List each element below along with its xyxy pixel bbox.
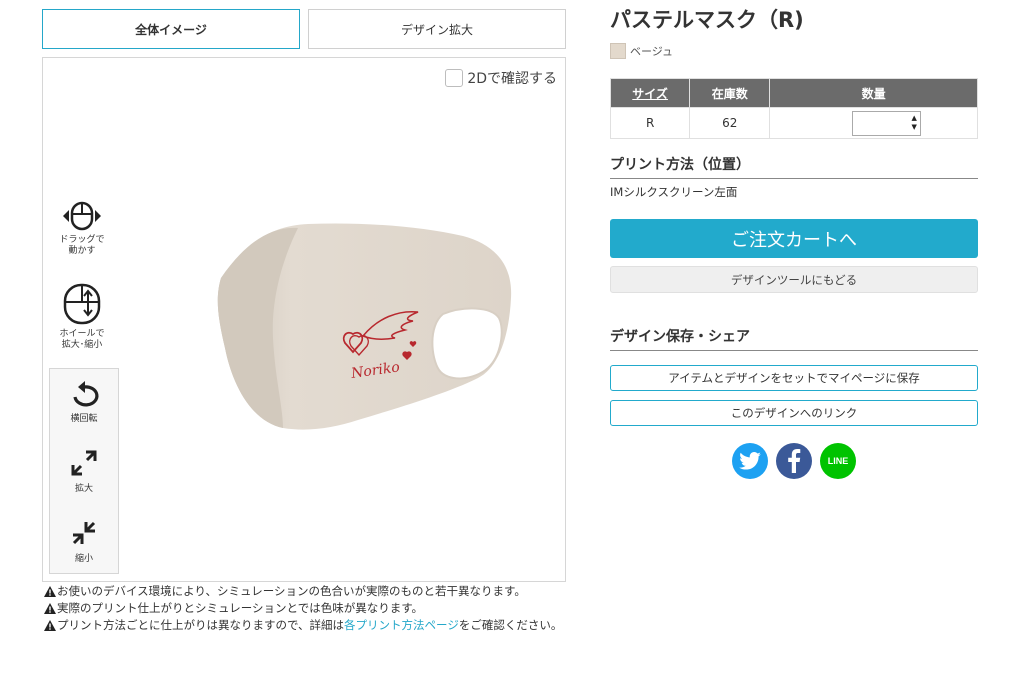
design-link-button[interactable]: このデザインへのリンク xyxy=(610,400,978,426)
mask-3d-render[interactable]: Noriko xyxy=(213,218,518,433)
wheel-hint-line1: ホイールで xyxy=(59,329,105,339)
enlarge-button[interactable]: 拡大 xyxy=(50,449,118,494)
print-method-page-link[interactable]: 各プリント方法ページ xyxy=(344,618,459,632)
increment-icon[interactable]: ▲ xyxy=(911,114,916,123)
color-name: ベージュ xyxy=(630,45,674,58)
tab-overall-image[interactable]: 全体イメージ xyxy=(42,9,300,49)
table-row: R 62 ▲ ▼ xyxy=(609,107,978,139)
check-2d-label: 2Dで確認する xyxy=(467,71,557,87)
warning-icon xyxy=(44,603,56,614)
qty-cell: ▲ ▼ xyxy=(769,107,978,139)
save-share-title: デザイン保存・シェア xyxy=(610,326,978,351)
table-header-row: サイズ 在庫数 数量 xyxy=(609,78,978,108)
stock-header: 在庫数 xyxy=(689,78,771,108)
notice-item: お使いのデバイス環境により、シミュレーションの色合いが実際のものと若干異なります… xyxy=(44,584,564,598)
enlarge-label: 拡大 xyxy=(74,484,93,494)
size-cell: R xyxy=(609,107,691,139)
drag-hint: ドラッグで 動かす xyxy=(47,200,117,257)
quantity-stepper[interactable]: ▲ ▼ xyxy=(852,110,922,136)
shrink-label: 縮小 xyxy=(74,554,93,564)
decrement-icon[interactable]: ▼ xyxy=(911,123,916,132)
stock-table: サイズ 在庫数 数量 R 62 ▲ ▼ xyxy=(609,78,978,139)
order-cart-button[interactable]: ご注文カートへ xyxy=(610,219,978,258)
warning-icon xyxy=(44,586,56,597)
product-title: パステルマスク（R) xyxy=(610,8,804,32)
notice-item: 実際のプリント仕上がりとシミュレーションとでは色味が異なります。 xyxy=(44,601,564,615)
rotate-button[interactable]: 横回転 xyxy=(50,381,118,424)
expand-icon xyxy=(71,450,97,476)
drag-hint-line1: ドラッグで xyxy=(59,235,105,245)
line-icon: LINE xyxy=(827,456,849,466)
checkbox-icon[interactable] xyxy=(445,69,464,87)
rotate-label: 横回転 xyxy=(70,414,98,424)
drag-hint-line2: 動かす xyxy=(68,246,96,256)
view-control-panel: 横回転 拡大 縮小 xyxy=(49,368,119,574)
warning-icon xyxy=(44,620,56,631)
rotate-icon xyxy=(73,381,99,407)
shrink-button[interactable]: 縮小 xyxy=(50,519,118,564)
wheel-hint-line2: 拡大･縮小 xyxy=(61,340,103,350)
notice-list: お使いのデバイス環境により、シミュレーションの色合いが実際のものと若干異なります… xyxy=(44,584,564,637)
stock-cell: 62 xyxy=(689,107,771,139)
save-to-mypage-button[interactable]: アイテムとデザインをセットでマイページに保存 xyxy=(610,365,978,391)
twitter-icon xyxy=(739,452,761,470)
notice-text: プリント方法ごとに仕上がりは異なりますので、詳細は各プリント方法ページをご確認く… xyxy=(57,618,563,632)
back-to-design-tool-button[interactable]: デザインツールにもどる xyxy=(610,266,978,293)
wheel-hint: ホイールで 拡大･縮小 xyxy=(47,282,117,351)
line-share-button[interactable]: LINE xyxy=(820,443,856,479)
size-header: サイズ xyxy=(609,78,691,108)
mouse-wheel-icon xyxy=(63,283,101,325)
check-2d-toggle[interactable]: 2Dで確認する xyxy=(445,68,557,88)
qty-header: 数量 xyxy=(769,78,978,108)
page: 全体イメージ デザイン拡大 2Dで確認する ドラッグで 動かす ホイールで 拡大… xyxy=(0,0,1024,679)
3d-viewer[interactable]: 2Dで確認する ドラッグで 動かす ホイールで 拡大･縮小 横回転 拡大 縮小 … xyxy=(42,57,566,582)
view-tabs: 全体イメージ デザイン拡大 xyxy=(42,9,566,49)
size-guide-link[interactable]: サイズ xyxy=(632,87,668,101)
color-swatch xyxy=(610,43,626,59)
shrink-icon xyxy=(72,521,96,545)
print-method-title: プリント方法（位置） xyxy=(610,154,978,179)
color-indicator: ベージュ xyxy=(610,43,673,59)
notice-text: 実際のプリント仕上がりとシミュレーションとでは色味が異なります。 xyxy=(57,601,424,615)
twitter-share-button[interactable] xyxy=(732,443,768,479)
tab-design-zoom[interactable]: デザイン拡大 xyxy=(308,9,566,49)
quantity-input[interactable] xyxy=(853,111,909,135)
stepper-arrows[interactable]: ▲ ▼ xyxy=(908,112,920,135)
facebook-icon xyxy=(788,449,801,473)
notice-item: プリント方法ごとに仕上がりは異なりますので、詳細は各プリント方法ページをご確認く… xyxy=(44,618,564,632)
mouse-drag-icon xyxy=(63,201,101,231)
print-method-value: IMシルクスクリーン左面 xyxy=(610,185,738,199)
notice-text: お使いのデバイス環境により、シミュレーションの色合いが実際のものと若干異なります… xyxy=(57,584,526,598)
facebook-share-button[interactable] xyxy=(776,443,812,479)
